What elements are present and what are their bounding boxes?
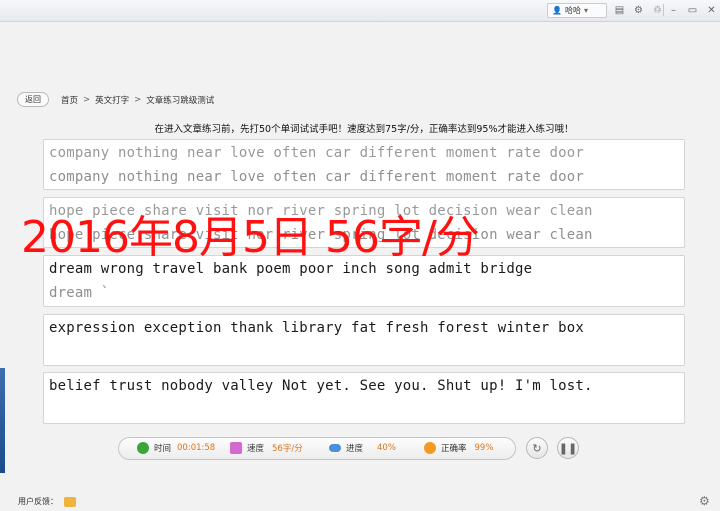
pause-icon: ❚❚ xyxy=(558,441,578,455)
pause-button[interactable]: ❚❚ xyxy=(557,437,579,459)
stat-progress: 进度 40% xyxy=(329,442,396,454)
window-edge xyxy=(0,368,5,473)
feedback-icon[interactable] xyxy=(64,496,76,507)
stat-speed-label: 速度 xyxy=(247,444,265,454)
stat-time: 时间 00:01:58 xyxy=(137,442,215,454)
breadcrumb: 返回 首页 > 英文打字 > 文章练习跳级测试 xyxy=(17,92,214,107)
settings-icon[interactable]: ⚙ xyxy=(632,4,645,17)
feedback: 用户反馈： xyxy=(18,496,76,507)
passage-input[interactable]: company nothing near love often car diff… xyxy=(49,169,584,185)
date-speed-overlay: 2016年8月5日 56字/分 xyxy=(21,212,480,263)
breadcrumb-separator: > xyxy=(134,94,142,105)
back-button[interactable]: 返回 xyxy=(17,92,49,107)
close-icon[interactable]: ✕ xyxy=(705,4,718,17)
accuracy-icon xyxy=(424,442,436,454)
progress-icon xyxy=(329,444,341,452)
gear-icon[interactable]: ⚙ xyxy=(699,494,710,508)
passage-1[interactable]: company nothing near love often car diff… xyxy=(43,139,685,190)
passage-4[interactable]: expression exception thank library fat f… xyxy=(43,314,685,366)
titlebar-divider xyxy=(663,4,664,16)
breadcrumb-english-typing[interactable]: 英文打字 xyxy=(95,94,129,106)
passage-reference: company nothing near love often car diff… xyxy=(49,145,584,161)
stat-accuracy-label: 正确率 xyxy=(441,444,467,454)
title-bar: 👤 哈哈 ▾ ▤ ⚙ ♲ – ▭ ✕ xyxy=(0,0,720,22)
minimize-icon[interactable]: – xyxy=(667,4,680,17)
stats-bar: 时间 00:01:58 速度 56字/分 进度 40% 正确率 99% xyxy=(118,437,516,460)
chevron-down-icon: ▾ xyxy=(583,6,588,15)
stat-speed: 速度 56字/分 xyxy=(230,442,303,454)
passage-input[interactable]: dream ` xyxy=(49,285,109,301)
stat-time-value: 00:01:58 xyxy=(177,443,216,453)
stat-accuracy-value: 99% xyxy=(474,443,494,453)
restart-button[interactable]: ↻ xyxy=(526,437,548,459)
user-name: 哈哈 xyxy=(564,6,581,15)
breadcrumb-current: 文章练习跳级测试 xyxy=(146,95,215,106)
passage-5[interactable]: belief trust nobody valley Not yet. See … xyxy=(43,372,685,424)
restore-icon[interactable]: ▭ xyxy=(686,4,699,17)
breadcrumb-separator: > xyxy=(83,94,91,105)
passage-reference: dream wrong travel bank poem poor inch s… xyxy=(49,261,533,277)
stat-speed-value: 56字/分 xyxy=(272,444,303,454)
document-icon[interactable]: ▤ xyxy=(613,4,626,17)
stat-progress-label: 进度 xyxy=(346,444,364,454)
clock-icon xyxy=(137,442,149,454)
breadcrumb-home[interactable]: 首页 xyxy=(61,94,78,106)
stat-accuracy: 正确率 99% xyxy=(424,442,493,454)
user-icon: 👤 xyxy=(552,6,562,15)
instruction-text: 在进入文章练习前，先打50个单词试试手吧！速度达到75字/分，正确率达到95%才… xyxy=(154,124,574,135)
stat-time-label: 时间 xyxy=(154,444,172,454)
feedback-label: 用户反馈： xyxy=(18,497,58,506)
passage-reference: belief trust nobody valley Not yet. See … xyxy=(49,378,593,394)
user-menu[interactable]: 👤 哈哈 ▾ xyxy=(547,3,607,18)
restart-icon: ↻ xyxy=(532,441,542,455)
passage-reference: expression exception thank library fat f… xyxy=(49,320,584,336)
gem-icon xyxy=(230,442,242,454)
stat-progress-value: 40% xyxy=(377,443,396,453)
